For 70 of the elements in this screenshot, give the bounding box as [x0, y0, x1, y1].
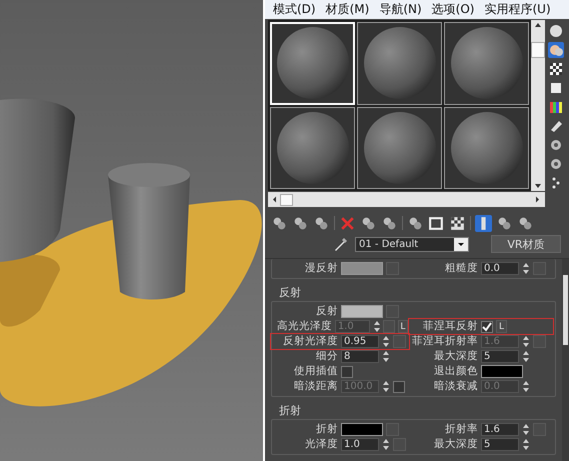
group-title: 折射	[278, 403, 302, 419]
parameter-label: 折射率	[444, 423, 478, 436]
spheres-icon[interactable]	[271, 214, 288, 232]
spinner-icon[interactable]	[382, 380, 390, 393]
parameter-label: 最大深度	[433, 438, 478, 451]
menu-item[interactable]: 材质(M)	[322, 1, 376, 18]
square-icon[interactable]	[548, 80, 564, 96]
number-field[interactable]: 5	[481, 350, 519, 363]
spheres-icon[interactable]	[313, 214, 330, 232]
color-swatch[interactable]	[341, 305, 383, 318]
number-field[interactable]: 8	[341, 350, 379, 363]
bar-icon[interactable]	[475, 214, 492, 232]
color-swatch[interactable]	[341, 262, 383, 275]
spinner-icon[interactable]	[522, 335, 530, 348]
scroll-thumb[interactable]	[280, 194, 293, 206]
parameter-label: 暗淡距离	[293, 380, 338, 393]
menu-item[interactable]: 实用程序(U)	[480, 1, 557, 18]
color-swatch[interactable]	[481, 365, 523, 378]
sphere-icon[interactable]	[548, 23, 564, 39]
stripe-icon[interactable]	[548, 118, 564, 134]
lock-button[interactable]: L	[496, 320, 507, 333]
spinner-icon[interactable]	[522, 423, 530, 436]
parameter-label: 粗糙度	[444, 262, 478, 275]
spheres-icon[interactable]	[360, 214, 377, 232]
spheres-icon[interactable]	[381, 214, 398, 232]
vertical-scrollbar[interactable]	[562, 259, 569, 461]
checker-icon[interactable]	[548, 61, 564, 77]
number-field[interactable]: 0.0	[481, 262, 519, 275]
spinner-icon[interactable]	[372, 320, 380, 333]
parameter-label: 光泽度	[304, 438, 338, 451]
color-bars-icon[interactable]	[548, 99, 564, 115]
parameter-label: 菲涅耳折射率	[411, 335, 478, 348]
number-field[interactable]: 0.95	[341, 335, 379, 348]
checkbox[interactable]	[481, 320, 493, 332]
number-field[interactable]: 1.0	[341, 438, 379, 451]
parameter-label: 使用插值	[293, 365, 338, 378]
spinner-icon[interactable]	[522, 438, 530, 451]
menu-item[interactable]: 选项(O)	[428, 1, 480, 18]
parameter-label: 细分	[315, 350, 338, 363]
parameter-label: 暗淡衰减	[433, 380, 478, 393]
group-title: 反射	[278, 285, 302, 301]
menu-item[interactable]: 导航(N)	[375, 1, 428, 18]
eyedropper-icon[interactable]	[333, 236, 349, 252]
spinner-icon[interactable]	[382, 350, 390, 363]
vertical-scrollbar[interactable]	[531, 20, 545, 192]
parameter-label: 高光光泽度	[276, 320, 332, 333]
scroll-thumb[interactable]	[531, 42, 545, 58]
spinner-icon[interactable]	[522, 350, 530, 363]
material-type-button[interactable]: VR材质	[491, 235, 561, 253]
color-swatch[interactable]	[341, 423, 383, 436]
spinner-icon[interactable]	[382, 335, 390, 348]
material-name-dropdown[interactable]: 01 - Default	[355, 236, 469, 252]
parameter-label: 反射光泽度	[282, 335, 338, 348]
checker-icon[interactable]	[449, 214, 466, 232]
horizontal-scrollbar[interactable]	[268, 192, 545, 207]
parameter-label: 菲涅耳反射	[422, 320, 478, 333]
spinner-icon[interactable]	[522, 262, 530, 275]
menu-item[interactable]: 模式(D)	[269, 1, 322, 18]
spinner-icon[interactable]	[522, 380, 530, 393]
checkbox[interactable]	[341, 366, 353, 378]
parameter-label: 漫反射	[304, 262, 338, 275]
number-field[interactable]: 5	[481, 438, 519, 451]
spheres-icon[interactable]	[292, 214, 309, 232]
square-icon[interactable]	[428, 214, 445, 232]
parameter-label: 最大深度	[433, 350, 478, 363]
parameter-label: 退出颜色	[433, 365, 478, 378]
parameter-label: 折射	[315, 423, 338, 436]
parameter-label: 反射	[315, 305, 338, 318]
spinner-icon[interactable]	[382, 438, 390, 451]
number-field[interactable]: 1.6	[481, 423, 519, 436]
